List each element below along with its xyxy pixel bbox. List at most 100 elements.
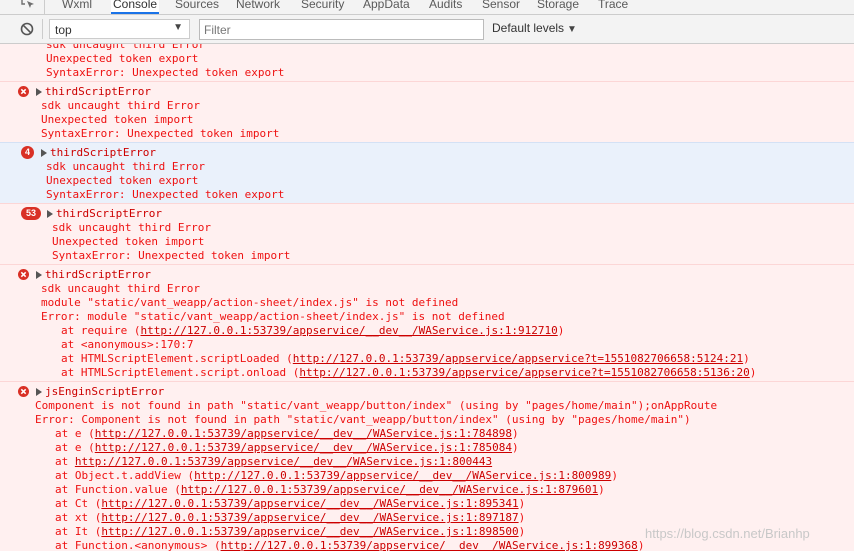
stack-frame-text: at Ct ( bbox=[55, 497, 102, 510]
message-title: thirdScriptError bbox=[45, 85, 151, 98]
expand-triangle-icon[interactable] bbox=[36, 88, 42, 96]
stack-frame-text: at Function.<anonymous> ( bbox=[55, 539, 221, 551]
message-line: Unexpected token export bbox=[46, 52, 199, 65]
message-line: sdk uncaught third Error bbox=[41, 282, 200, 295]
stack-frame-link[interactable]: http://127.0.0.1:53739/appservice/__dev_… bbox=[101, 497, 518, 510]
stack-frame: at e (http://127.0.0.1:53739/appservice/… bbox=[55, 441, 519, 455]
stack-frame-text: at Function.value ( bbox=[55, 483, 181, 496]
stack-frame-text: ) bbox=[557, 324, 565, 337]
tab-network[interactable]: Network bbox=[234, 0, 282, 14]
stack-frame-text: ) bbox=[611, 469, 618, 482]
stack-frame-link[interactable]: http://127.0.0.1:53739/appservice/appser… bbox=[299, 366, 749, 379]
message-line: SyntaxError: Unexpected token export bbox=[46, 188, 285, 201]
console-message[interactable]: thirdScriptError sdk uncaught third Error… bbox=[0, 264, 854, 381]
clear-console-icon[interactable] bbox=[20, 22, 34, 36]
stack-frame-text: at e ( bbox=[55, 441, 95, 454]
message-line: Unexpected token export bbox=[46, 174, 199, 187]
tabbar-divider bbox=[44, 0, 45, 14]
stack-frame-link[interactable]: http://127.0.0.1:53739/appservice/__dev_… bbox=[101, 511, 518, 524]
stack-frame-text: at e ( bbox=[55, 427, 95, 440]
stack-frame: at Ct (http://127.0.0.1:53739/appservice… bbox=[55, 497, 525, 511]
stack-frame: at HTMLScriptElement.script.onload (http… bbox=[61, 366, 756, 380]
stack-frame: at e (http://127.0.0.1:53739/appservice/… bbox=[55, 427, 519, 441]
stack-frame-text: ) bbox=[749, 366, 757, 379]
message-line: sdk uncaught third Error bbox=[41, 99, 200, 112]
stack-frame-text: at It ( bbox=[55, 525, 102, 538]
message-title: thirdScriptError bbox=[45, 268, 151, 281]
stack-frame: at It (http://127.0.0.1:53739/appservice… bbox=[55, 525, 525, 539]
stack-frame-text: at Object.t.addView ( bbox=[55, 469, 195, 482]
repeat-count-badge: 53 bbox=[21, 207, 41, 220]
stack-frame: at HTMLScriptElement.scriptLoaded (http:… bbox=[61, 352, 750, 366]
stack-frame-text: ) bbox=[743, 352, 750, 365]
error-icon bbox=[18, 386, 29, 397]
message-line: sdk uncaught third Error bbox=[46, 160, 205, 173]
context-value: top bbox=[55, 23, 72, 37]
stack-frame: at xt (http://127.0.0.1:53739/appservice… bbox=[55, 511, 525, 525]
message-line: SyntaxError: Unexpected token import bbox=[52, 249, 291, 262]
stack-frame-link[interactable]: http://127.0.0.1:53739/appservice/__dev_… bbox=[181, 483, 598, 496]
tab-trace[interactable]: Trace bbox=[596, 0, 630, 14]
message-line: sdk uncaught third Error bbox=[46, 44, 205, 51]
error-icon bbox=[18, 86, 29, 97]
stack-frame: at Function.<anonymous> (http://127.0.0.… bbox=[55, 539, 644, 551]
tab-storage[interactable]: Storage bbox=[535, 0, 581, 14]
stack-frame-link[interactable]: http://127.0.0.1:53739/appservice/__dev_… bbox=[101, 525, 518, 538]
message-line: Component is not found in path "static/v… bbox=[35, 399, 718, 412]
stack-frame-link[interactable]: http://127.0.0.1:53739/appservice/__dev_… bbox=[140, 324, 557, 337]
stack-frame-text: ) bbox=[511, 427, 519, 440]
tab-appdata[interactable]: AppData bbox=[361, 0, 412, 14]
stack-frame: at http://127.0.0.1:53739/appservice/__d… bbox=[55, 455, 492, 469]
expand-triangle-icon[interactable] bbox=[47, 210, 53, 218]
stack-frame-link[interactable]: http://127.0.0.1:53739/appservice/appser… bbox=[293, 352, 743, 365]
console-message[interactable]: thirdScriptError sdk uncaught third Error… bbox=[0, 81, 854, 142]
log-levels-dropdown[interactable]: Default levels ▼ bbox=[492, 21, 577, 35]
message-title: thirdScriptError bbox=[56, 207, 162, 220]
tab-wxml[interactable]: Wxml bbox=[60, 0, 94, 14]
expand-triangle-icon[interactable] bbox=[36, 271, 42, 279]
log-levels-label: Default levels bbox=[492, 21, 565, 35]
message-line: module "static/vant_weapp/action-sheet/i… bbox=[41, 296, 459, 309]
stack-frame-link[interactable]: http://127.0.0.1:53739/appservice/__dev_… bbox=[221, 539, 638, 551]
message-line: Unexpected token import bbox=[52, 235, 205, 248]
stack-frame-text: at xt ( bbox=[55, 511, 102, 524]
tab-console[interactable]: Console bbox=[111, 0, 160, 14]
context-selector[interactable]: top ▼ bbox=[49, 19, 190, 39]
tab-sensor[interactable]: Sensor bbox=[480, 0, 522, 14]
expand-triangle-icon[interactable] bbox=[41, 149, 47, 157]
message-line: SyntaxError: Unexpected token export bbox=[46, 66, 285, 79]
stack-frame-link[interactable]: http://127.0.0.1:53739/appservice/__dev_… bbox=[95, 441, 512, 454]
message-title: jsEnginScriptError bbox=[45, 385, 165, 398]
console-message[interactable]: 53 thirdScriptError sdk uncaught third Err… bbox=[0, 203, 854, 264]
console-message[interactable]: 4 thirdScriptError sdk uncaught third Erro… bbox=[0, 142, 854, 203]
console-message[interactable]: sdk uncaught third Error Unexpected token… bbox=[0, 44, 854, 81]
error-icon bbox=[18, 269, 29, 280]
console-messages: sdk uncaught third Error Unexpected token… bbox=[0, 44, 854, 551]
stack-frame-link[interactable]: http://127.0.0.1:53739/appservice/__dev_… bbox=[75, 455, 492, 468]
stack-frame-link[interactable]: http://127.0.0.1:53739/appservice/__dev_… bbox=[95, 427, 512, 440]
watermark: https://blog.csdn.net/Brianhp bbox=[645, 526, 810, 541]
stack-frame-text: ) bbox=[637, 539, 645, 551]
message-title: thirdScriptError bbox=[50, 146, 156, 159]
stack-frame-text: ) bbox=[511, 441, 519, 454]
stack-frame: at <anonymous>:170:7 bbox=[61, 338, 193, 352]
stack-frame-text: at bbox=[55, 455, 75, 468]
tab-sources[interactable]: Sources bbox=[173, 0, 221, 14]
stack-frame-text: ) bbox=[518, 497, 526, 510]
stack-frame-text: at require ( bbox=[61, 324, 141, 337]
devtools-tabbar: Wxml Console Sources Network Security AppData… bbox=[0, 0, 854, 15]
message-line: Error: Component is not found in path "s… bbox=[35, 413, 691, 426]
tab-audits[interactable]: Audits bbox=[427, 0, 464, 14]
tab-security[interactable]: Security bbox=[299, 0, 346, 14]
dropdown-arrow-icon: ▼ bbox=[173, 22, 183, 33]
expand-triangle-icon[interactable] bbox=[36, 388, 42, 396]
inspect-icon[interactable] bbox=[20, 0, 36, 10]
message-line: Error: module "static/vant_weapp/action-… bbox=[41, 310, 505, 323]
filter-input[interactable] bbox=[199, 19, 484, 40]
stack-frame-link[interactable]: http://127.0.0.1:53739/appservice/__dev_… bbox=[194, 469, 611, 482]
stack-frame-text: ) bbox=[598, 483, 605, 496]
message-line: sdk uncaught third Error bbox=[52, 221, 211, 234]
stack-frame: at require (http://127.0.0.1:53739/appse… bbox=[61, 324, 564, 338]
console-toolbar: top ▼ Default levels▼ bbox=[0, 15, 854, 44]
stack-frame-text: at <anonymous>:170:7 bbox=[61, 338, 194, 351]
